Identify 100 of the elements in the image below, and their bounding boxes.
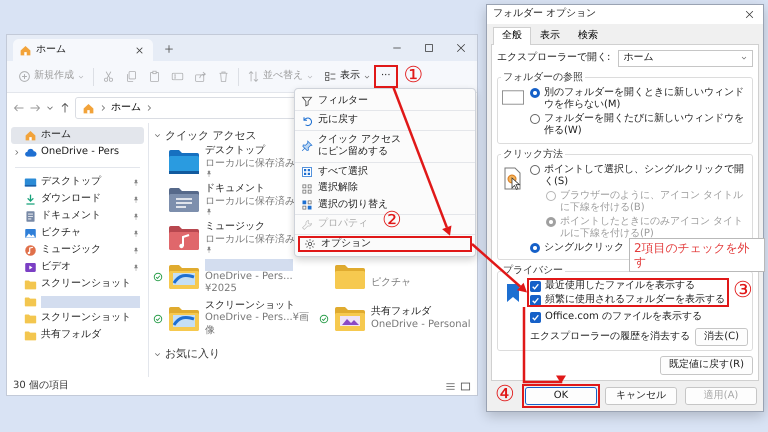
checkbox[interactable] <box>530 281 541 292</box>
folder-tile[interactable]: スクリーンショット OneDrive - Pers...¥画像 <box>153 300 319 338</box>
folder-icon <box>334 306 366 332</box>
sidebar-item[interactable]: デスクトップ <box>11 174 144 191</box>
document-folder-icon <box>168 186 200 213</box>
pin-icon <box>132 264 140 272</box>
sync-check-icon <box>153 314 163 324</box>
cloud-icon <box>24 146 37 159</box>
folder-tile[interactable]: ピクチャ <box>319 258 489 296</box>
chevron-right-icon <box>13 149 20 156</box>
tab[interactable]: 全般 <box>493 27 531 44</box>
copy-icon <box>125 70 138 83</box>
desktop-icon <box>24 176 37 189</box>
sidebar-item[interactable]: ビデオ <box>11 259 144 276</box>
toolbar-button[interactable]: 表示 <box>319 67 376 86</box>
sidebar-item[interactable]: OneDrive - Pers <box>11 144 144 161</box>
group-title: フォルダーの参照 <box>501 72 585 84</box>
folder-icon <box>24 312 37 325</box>
pin-icon <box>132 246 140 254</box>
close-icon <box>745 10 754 19</box>
sidebar-item[interactable]: スクリーンショット <box>11 276 144 293</box>
document-icon <box>24 210 37 223</box>
checkbox[interactable] <box>530 294 541 306</box>
folder-location: ピクチャ <box>371 277 411 290</box>
clear-button[interactable]: 消去(C) <box>695 328 748 346</box>
step-number: ② <box>382 210 402 232</box>
pin-icon <box>205 170 213 178</box>
radio-button[interactable] <box>530 164 540 174</box>
checkbox[interactable] <box>530 312 541 323</box>
folder-location: OneDrive - Pers...¥2025 <box>205 270 294 296</box>
menu-item[interactable]: オプション <box>298 236 472 252</box>
item-count: 30 個の項目 <box>13 380 70 392</box>
option-label: 別のフォルダーを開くときに新しいウィンドウを作らない(M) <box>544 86 745 112</box>
add-icon <box>18 70 31 83</box>
sidebar-item[interactable]: スクリーンショット <box>11 310 144 327</box>
folder-location: ローカルに保存済み <box>205 158 295 170</box>
sidebar-item[interactable]: ホーム <box>11 127 144 144</box>
caret-icon <box>740 54 748 62</box>
folder-icon <box>24 329 37 342</box>
pin-icon <box>132 230 140 238</box>
callout: 2項目のチェックを外す <box>629 238 765 272</box>
folder-name: 共有フォルダ <box>371 306 432 318</box>
option-label: シングルクリック <box>544 242 624 254</box>
step-number: ④ <box>495 384 515 406</box>
forward-arrow-icon <box>29 102 41 114</box>
folder-icon <box>24 278 37 291</box>
option-label: Office.com のファイルを表示する <box>545 311 702 324</box>
pin-icon <box>132 212 140 220</box>
download-icon <box>24 193 37 206</box>
folder-icon <box>168 148 200 175</box>
dropdown[interactable]: ホーム <box>618 50 753 66</box>
sidebar-item[interactable]: ピクチャ <box>11 225 144 242</box>
close-icon <box>456 43 466 53</box>
settings-icon <box>304 238 316 250</box>
folder-name: ドキュメント <box>205 183 266 196</box>
section-heading[interactable]: クイック アクセス <box>165 129 256 143</box>
folder-icon <box>168 264 200 290</box>
tab[interactable]: 表示 <box>531 27 569 44</box>
option-label: ポイントして選択し、シングルクリックで開く(S) <box>544 164 745 188</box>
breadcrumb[interactable]: ホーム <box>111 102 141 114</box>
sidebar-item[interactable]: ドキュメント <box>11 208 144 225</box>
dialog-title: フォルダー オプション <box>493 8 598 21</box>
picture-icon <box>24 227 37 240</box>
restore-defaults-button[interactable]: 既定値に戻す(R) <box>660 356 753 374</box>
invert-selection-icon <box>301 199 313 211</box>
option-label: ポイントしたときにのみアイコン タイトルに下線を付ける(P) <box>560 216 744 240</box>
folder-tile[interactable]: 共有フォルダ OneDrive - Personal <box>319 300 489 338</box>
trash-icon <box>217 70 230 83</box>
radio-button[interactable] <box>530 88 540 98</box>
folder-tile[interactable]: OneDrive - Pers...¥2025 <box>153 258 319 296</box>
pin-icon <box>301 140 313 152</box>
radio-button[interactable] <box>530 242 540 252</box>
folder-name: ミュージック <box>205 221 266 234</box>
tab[interactable]: ホーム <box>13 39 153 61</box>
folder-name: デスクトップ <box>205 145 266 158</box>
section-heading[interactable]: お気に入り <box>165 347 220 361</box>
music-note-icon <box>24 244 37 257</box>
window-preview-icon <box>502 90 524 104</box>
more-button[interactable]: ··· <box>376 67 396 86</box>
tiles-view-icon <box>460 380 471 392</box>
option-label: 頻繁に使用されるフォルダーを表示する <box>545 294 725 306</box>
house-icon <box>82 102 95 114</box>
sync-check-icon <box>153 272 163 282</box>
option-label: ブラウザーのように、アイコン タイトルに下線を付ける(B) <box>560 190 744 214</box>
folder-icon <box>24 295 37 308</box>
radio-button[interactable] <box>530 114 540 124</box>
dialog-button[interactable]: キャンセル <box>605 386 677 405</box>
field-label: エクスプローラーの履歴を消去する <box>530 330 691 343</box>
sidebar-item[interactable]: ミュージック <box>11 242 144 259</box>
folder-location: OneDrive - Pers...¥画像 <box>205 312 310 338</box>
share-icon <box>194 70 207 83</box>
video-icon <box>24 261 37 274</box>
dialog-button[interactable]: OK <box>525 386 597 405</box>
house-icon <box>24 129 37 142</box>
folder-location: OneDrive - Personal <box>371 318 470 331</box>
tab[interactable]: 検索 <box>569 27 607 44</box>
sidebar-item[interactable]: 共有フォルダ <box>11 327 144 344</box>
sidebar-item[interactable]: ダウンロード <box>11 191 144 208</box>
option-label: フォルダーを開くたびに新しいウィンドウを作る(W) <box>544 112 745 138</box>
highlight-frame <box>374 65 398 88</box>
